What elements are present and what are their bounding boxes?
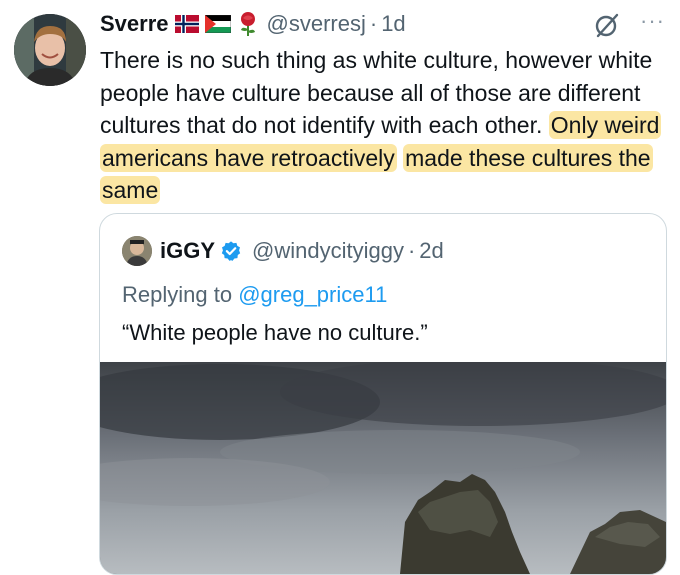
separator-dot: · <box>407 238 416 263</box>
author-avatar[interactable] <box>14 14 86 86</box>
quoted-tweet-header: iGGY @windycityiggy · 2d <box>122 236 444 266</box>
separator-dot: · <box>369 11 378 36</box>
author-name[interactable]: Sverre <box>100 11 169 37</box>
tweet-header: Sverre @sverresj · 1d <box>100 9 650 39</box>
more-options-icon[interactable]: ··· <box>640 8 665 34</box>
quoted-tweet-card[interactable]: iGGY @windycityiggy · 2d Replying to @gr… <box>99 213 667 575</box>
replying-to-label: Replying to <box>122 282 233 307</box>
quoted-author-handle[interactable]: @windycityiggy <box>252 238 404 264</box>
tweet-time[interactable]: 1d <box>381 11 405 37</box>
author-handle[interactable]: @sverresj <box>267 11 366 37</box>
quoted-tweet-text: “White people have no culture.” <box>122 320 428 345</box>
replying-to-mention[interactable]: @greg_price11 <box>238 282 387 307</box>
grok-icon[interactable] <box>593 11 621 39</box>
verified-badge-icon <box>221 241 241 261</box>
rose-icon <box>237 11 259 37</box>
quoted-tweet-time[interactable]: 2d <box>419 238 443 264</box>
tweet-text: There is no such thing as white culture,… <box>100 44 670 207</box>
quoted-author-name[interactable]: iGGY <box>160 238 215 264</box>
norway-flag-icon <box>174 15 199 33</box>
quoted-tweet-image[interactable] <box>100 362 666 574</box>
replying-to-line: Replying to @greg_price11 <box>122 282 387 308</box>
palestine-flag-icon <box>204 15 231 33</box>
quoted-author-avatar[interactable] <box>122 236 152 266</box>
